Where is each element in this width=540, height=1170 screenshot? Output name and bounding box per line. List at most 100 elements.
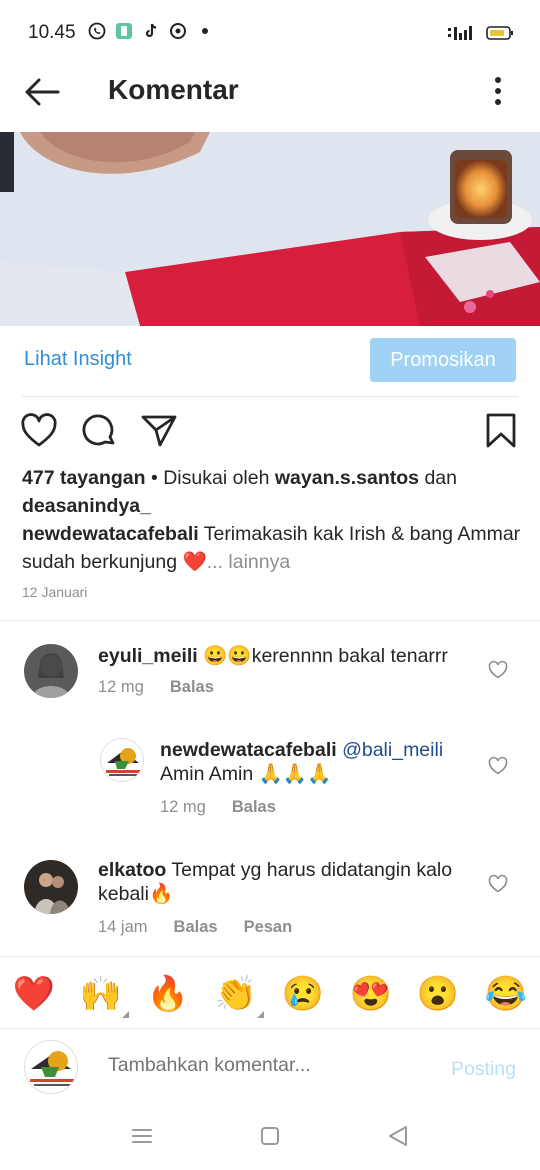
arrow-left-icon [25, 78, 60, 106]
browser-icon [169, 22, 187, 40]
post-date: 12 Januari [22, 584, 88, 600]
heart-icon [21, 413, 57, 447]
emoji-raised-hands-button[interactable]: 🙌 [79, 972, 129, 1018]
comment-time: 12 mg [160, 798, 206, 816]
liked-by-prefix: • Disukai oleh [145, 467, 275, 489]
emoji-cry-button[interactable]: 😢 [281, 972, 325, 1016]
heart-icon [488, 660, 508, 679]
emoji-wow-button[interactable]: 😮 [416, 972, 460, 1016]
promote-button[interactable]: Promosikan [370, 338, 516, 382]
comment-like-button[interactable] [488, 756, 508, 776]
emoji-heart-eyes-button[interactable]: 😍 [349, 972, 393, 1016]
comment-body: Amin Amin 🙏🙏🙏 [160, 763, 332, 785]
quick-emoji-bar: ❤️ 🙌 🔥 👏 😢 😍 😮 😂 [0, 962, 540, 1026]
heart-icon [488, 756, 508, 775]
system-nav-bar [0, 1106, 540, 1170]
signal-icon [448, 24, 476, 47]
post-photo [0, 132, 540, 326]
emoji-fire-button[interactable]: 🔥 [146, 972, 190, 1016]
send-icon [141, 415, 177, 447]
liked-user[interactable]: deasanindya_ [22, 495, 151, 517]
emoji-heart-button[interactable]: ❤️ [12, 972, 56, 1016]
dot-icon [196, 22, 214, 40]
comment-body: 😀😀kerennnn bakal tenarrr [197, 645, 448, 667]
caption: newdewatacafebali Terimakasih kak Irish … [22, 520, 522, 576]
comment-text: elkatoo Tempat yg harus didatangin kalo … [98, 858, 478, 906]
reply-button[interactable]: Balas [232, 798, 276, 817]
comment-item: eyuli_meili 😀😀kerennnn bakal tenarrr 12 … [0, 640, 540, 720]
triangle-back-icon [389, 1126, 407, 1146]
comment-username[interactable]: elkatoo [98, 859, 166, 881]
share-button[interactable] [140, 412, 178, 450]
bookmark-icon [486, 413, 516, 448]
avatar[interactable] [100, 738, 144, 782]
variant-indicator [257, 1011, 264, 1018]
mention-link[interactable]: @bali_meili [337, 739, 443, 761]
comment-username[interactable]: eyuli_meili [98, 645, 198, 667]
avatar[interactable] [24, 644, 78, 698]
post-actions [0, 412, 540, 452]
status-system-icons [448, 24, 514, 47]
comment-meta: 12 mg Balas [98, 678, 214, 697]
comment-text: eyuli_meili 😀😀kerennnn bakal tenarrr [98, 644, 478, 668]
page-title: Komentar [108, 74, 239, 105]
like-button[interactable] [20, 412, 58, 450]
comment-text: newdewatacafebali @bali_meili Amin Amin … [160, 738, 480, 786]
variant-indicator [122, 1011, 129, 1018]
post-details: 477 tayangan • Disukai oleh wayan.s.sant… [22, 464, 522, 576]
header-bar: Komentar [0, 62, 540, 132]
comment-time: 12 mg [98, 678, 144, 696]
comment-like-button[interactable] [488, 874, 508, 894]
emoji-glyph: 🙌 [79, 975, 123, 1013]
emoji-laugh-button[interactable]: 😂 [484, 972, 528, 1016]
insight-row: Lihat Insight Promosikan [0, 326, 540, 396]
divider [0, 1028, 540, 1029]
back-button[interactable] [22, 72, 62, 112]
reply-button[interactable]: Balas [174, 918, 218, 937]
comment-like-button[interactable] [488, 660, 508, 680]
emoji-clap-button[interactable]: 👏 [214, 972, 264, 1018]
whatsapp-icon [88, 22, 106, 40]
post-media[interactable] [0, 132, 540, 326]
back-nav-button[interactable] [386, 1124, 410, 1148]
message-button[interactable]: Pesan [244, 918, 293, 937]
heart-icon [488, 874, 508, 893]
menu-icon [132, 1129, 152, 1143]
tiktok-icon [142, 22, 160, 40]
avatar [24, 1040, 78, 1094]
avatar[interactable] [24, 860, 78, 914]
comment-username[interactable]: newdewatacafebali [160, 739, 337, 761]
divider [0, 956, 540, 957]
liked-and: dan [419, 467, 457, 489]
comment-time: 14 jam [98, 918, 148, 936]
home-nav-button[interactable] [258, 1124, 282, 1148]
divider [22, 396, 518, 397]
save-button[interactable] [484, 412, 522, 450]
square-icon [261, 1127, 279, 1145]
comment-button[interactable] [80, 412, 118, 450]
more-link[interactable]: ... lainnya [207, 551, 290, 573]
divider [0, 620, 540, 621]
comment-reply-item: newdewatacafebali @bali_meili Amin Amin … [0, 736, 540, 826]
post-comment-button[interactable]: Posting [451, 1058, 516, 1081]
status-time: 10.45 [28, 22, 76, 43]
caption-author[interactable]: newdewatacafebali [22, 523, 199, 545]
comment-meta: 14 jam Balas Pesan [98, 918, 292, 937]
comment-composer: Posting [0, 1036, 540, 1100]
views-count[interactable]: 477 tayangan [22, 467, 146, 489]
status-notification-icons [88, 22, 214, 40]
more-options-button[interactable] [490, 76, 506, 106]
comment-input[interactable] [108, 1054, 408, 1077]
view-insights-link[interactable]: Lihat Insight [24, 348, 132, 371]
emoji-glyph: 👏 [214, 975, 258, 1013]
menu-nav-button[interactable] [130, 1124, 154, 1148]
comment-meta: 12 mg Balas [160, 798, 276, 817]
comment-bubble-icon [82, 414, 115, 446]
liked-user[interactable]: wayan.s.santos [275, 467, 419, 489]
more-vertical-icon [495, 77, 501, 105]
status-bar: 10.45 [0, 0, 540, 62]
app-icon [115, 22, 133, 40]
battery-icon [486, 25, 514, 46]
reply-button[interactable]: Balas [170, 678, 214, 697]
likes-line: 477 tayangan • Disukai oleh wayan.s.sant… [22, 464, 522, 520]
